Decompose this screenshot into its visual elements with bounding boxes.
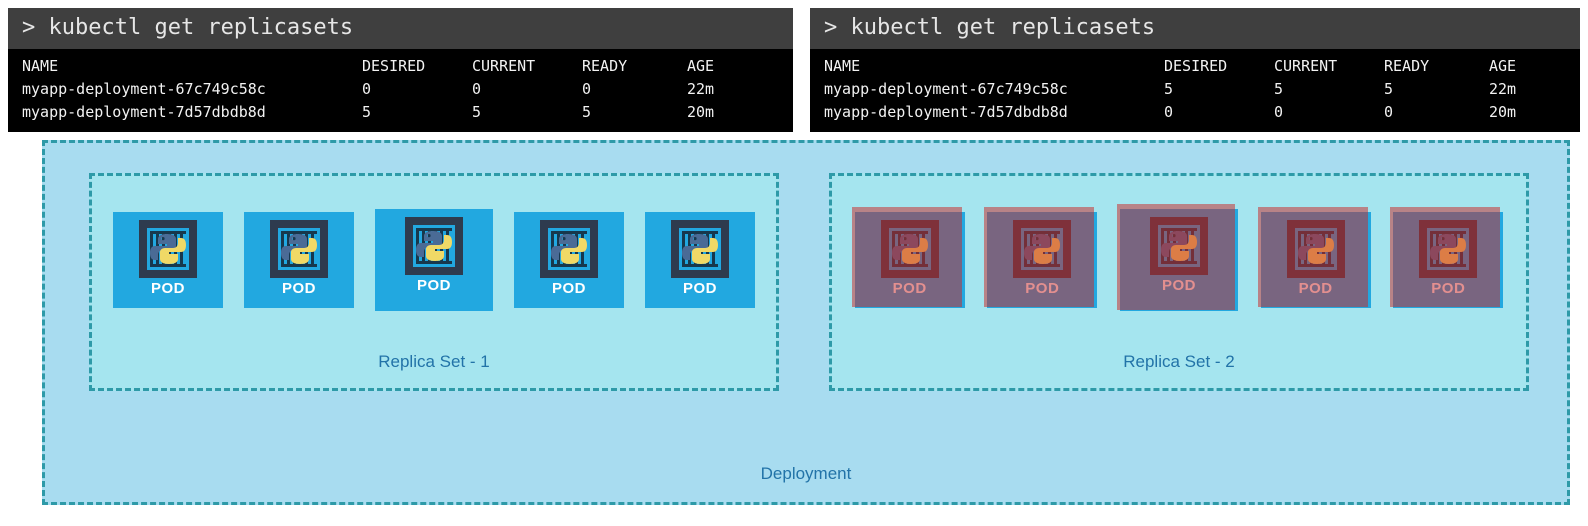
pod-label: POD xyxy=(1298,280,1333,297)
table-row: myapp-deployment-7d57dbdb8d 5 5 5 20m xyxy=(8,101,793,124)
python-container-icon xyxy=(1149,217,1208,275)
replica-set-1-label: Replica Set - 1 xyxy=(378,352,490,371)
column-header-name: NAME xyxy=(22,57,59,75)
cell-current: 5 xyxy=(472,103,482,121)
cell-ready: 0 xyxy=(582,80,592,98)
terminal-command-prompt[interactable]: > kubectl get replicasets xyxy=(8,8,793,49)
cell-current: 5 xyxy=(1274,80,1284,98)
cell-current: 0 xyxy=(1274,103,1284,121)
cell-ready: 5 xyxy=(582,103,592,121)
cell-desired: 0 xyxy=(362,80,372,98)
pod-label: POD xyxy=(416,277,451,294)
pod-tile[interactable]: POD xyxy=(1257,207,1371,308)
pod-tile[interactable]: POD xyxy=(984,207,1098,308)
deployment-label: Deployment xyxy=(760,464,852,483)
right-terminal-window: > kubectl get replicasets NAME DESIRED C… xyxy=(810,8,1580,132)
cell-desired: 0 xyxy=(1164,103,1174,121)
python-container-icon xyxy=(540,220,598,278)
cell-age: 20m xyxy=(687,103,715,121)
python-container-icon xyxy=(1419,220,1478,278)
python-container-icon xyxy=(880,220,939,278)
column-header-name: NAME xyxy=(824,57,861,75)
python-container-icon xyxy=(1286,220,1345,278)
column-header-ready: READY xyxy=(582,57,628,75)
pod-label: POD xyxy=(892,280,927,297)
cell-desired: 5 xyxy=(1164,80,1174,98)
column-header-current: CURRENT xyxy=(472,57,536,75)
replica-set-2: POD POD POD POD POD Replica Set - 2 xyxy=(829,173,1529,391)
cell-name: myapp-deployment-67c749c58c xyxy=(22,80,266,98)
python-container-icon xyxy=(405,217,463,275)
cell-age: 20m xyxy=(1489,103,1517,121)
column-header-age: AGE xyxy=(1489,57,1517,75)
pod-label: POD xyxy=(682,280,717,297)
terminal-output: NAME DESIRED CURRENT READY AGE myapp-dep… xyxy=(810,49,1580,132)
pod-tile[interactable]: POD xyxy=(375,209,493,311)
pod-tile[interactable]: POD xyxy=(851,207,965,308)
pod-label: POD xyxy=(551,280,586,297)
cell-current: 0 xyxy=(472,80,482,98)
python-container-icon xyxy=(671,220,729,278)
cell-name: myapp-deployment-67c749c58c xyxy=(824,80,1068,98)
pod-label: POD xyxy=(281,280,316,297)
cell-name: myapp-deployment-7d57dbdb8d xyxy=(824,103,1068,121)
pod-row-replica-set-2: POD POD POD POD POD xyxy=(832,204,1526,312)
cell-ready: 5 xyxy=(1384,80,1394,98)
table-header-row: NAME DESIRED CURRENT READY AGE xyxy=(810,55,1580,78)
column-header-ready: READY xyxy=(1384,57,1430,75)
table-row: myapp-deployment-67c749c58c 5 5 5 22m xyxy=(810,78,1580,101)
pod-label: POD xyxy=(1161,277,1196,294)
column-header-desired: DESIRED xyxy=(362,57,426,75)
column-header-desired: DESIRED xyxy=(1164,57,1228,75)
pod-tile[interactable]: POD xyxy=(645,212,755,308)
column-header-age: AGE xyxy=(687,57,715,75)
left-terminal-window: > kubectl get replicasets NAME DESIRED C… xyxy=(8,8,793,132)
terminal-output: NAME DESIRED CURRENT READY AGE myapp-dep… xyxy=(8,49,793,132)
python-container-icon xyxy=(1013,220,1072,278)
cell-age: 22m xyxy=(1489,80,1517,98)
pod-label: POD xyxy=(1025,280,1060,297)
python-container-icon xyxy=(270,220,328,278)
table-header-row: NAME DESIRED CURRENT READY AGE xyxy=(8,55,793,78)
pod-tile[interactable]: POD xyxy=(113,212,223,308)
deployment-container: POD POD POD POD POD Replica Set - 1 POD … xyxy=(42,140,1570,505)
pod-label: POD xyxy=(1431,280,1466,297)
table-row: myapp-deployment-7d57dbdb8d 0 0 0 20m xyxy=(810,101,1580,124)
pod-tile[interactable]: POD xyxy=(514,212,624,308)
column-header-current: CURRENT xyxy=(1274,57,1338,75)
pod-tile[interactable]: POD xyxy=(1390,207,1504,308)
pod-tile[interactable]: POD xyxy=(244,212,354,308)
pod-tile[interactable]: POD xyxy=(1116,204,1238,311)
table-row: myapp-deployment-67c749c58c 0 0 0 22m xyxy=(8,78,793,101)
replica-set-2-label: Replica Set - 2 xyxy=(1123,352,1235,371)
python-container-icon xyxy=(139,220,197,278)
pod-label: POD xyxy=(150,280,185,297)
cell-ready: 0 xyxy=(1384,103,1394,121)
cell-name: myapp-deployment-7d57dbdb8d xyxy=(22,103,266,121)
terminal-command-prompt[interactable]: > kubectl get replicasets xyxy=(810,8,1580,49)
pod-row-replica-set-1: POD POD POD POD POD xyxy=(92,208,776,312)
cell-desired: 5 xyxy=(362,103,372,121)
replica-set-1: POD POD POD POD POD Replica Set - 1 xyxy=(89,173,779,391)
cell-age: 22m xyxy=(687,80,715,98)
